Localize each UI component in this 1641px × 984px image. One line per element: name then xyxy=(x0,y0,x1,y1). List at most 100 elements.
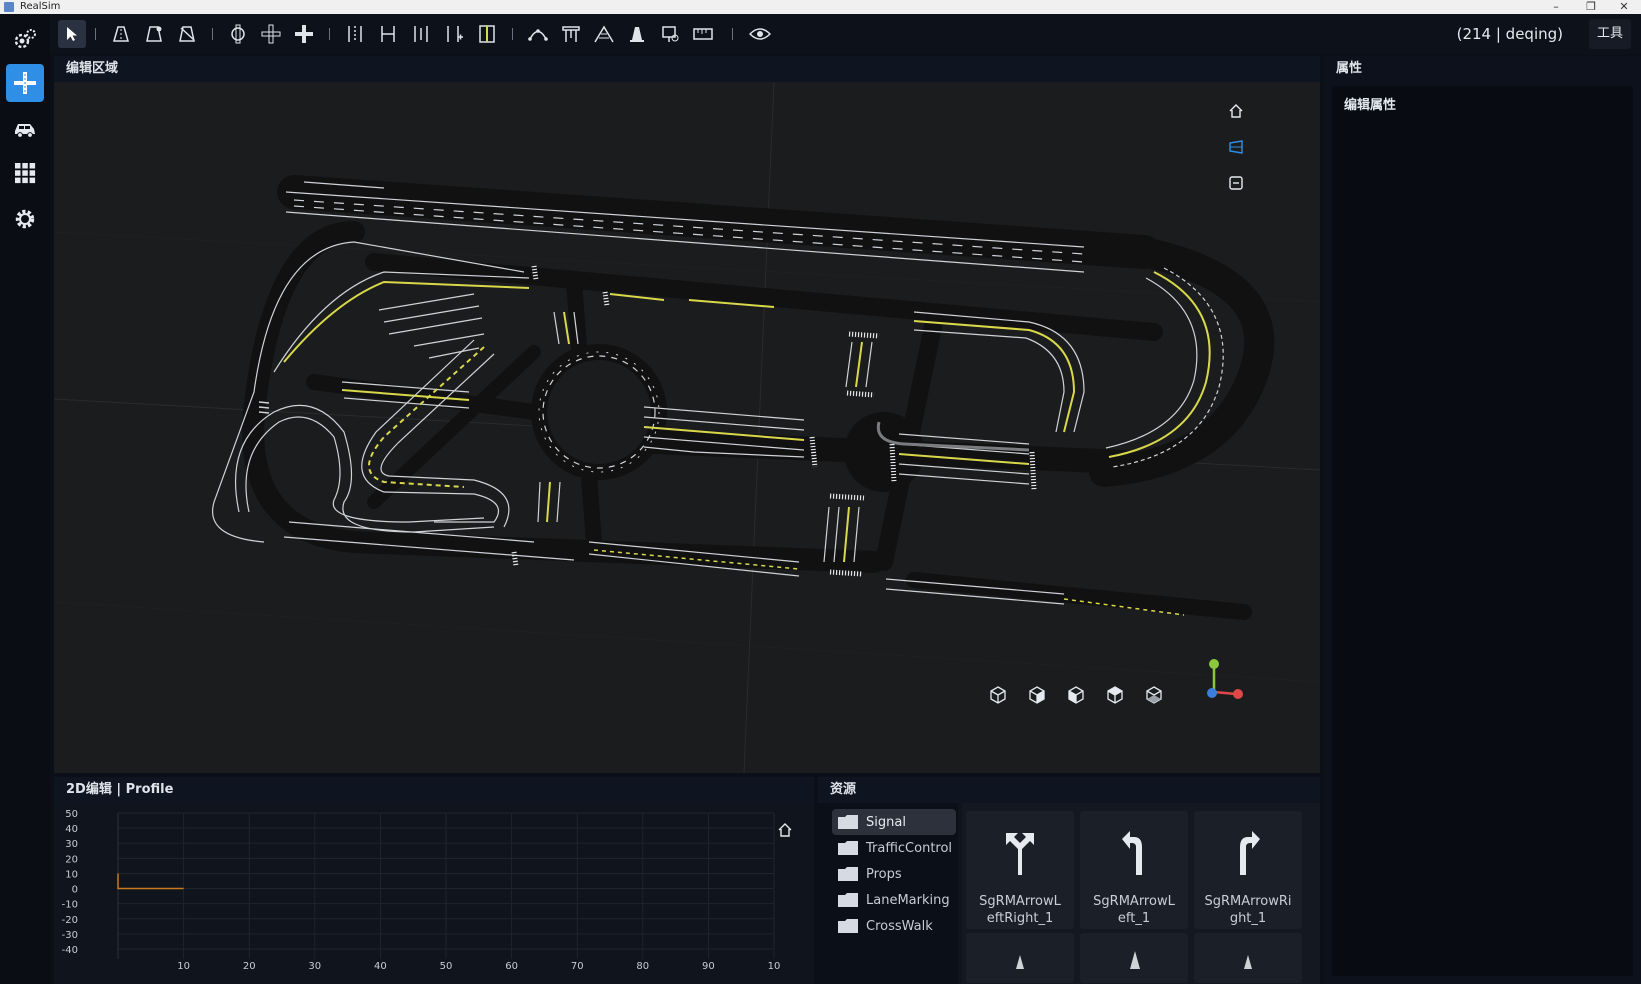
folder-label: LaneMarking xyxy=(866,892,950,908)
arrow-left-icon xyxy=(1122,831,1142,875)
asset-tile-partial[interactable] xyxy=(1194,933,1302,983)
axis-gizmo-icon[interactable] xyxy=(1194,654,1254,714)
y-tick-label: 40 xyxy=(65,824,78,835)
profile-series-line xyxy=(117,873,184,890)
ruler-icon[interactable] xyxy=(689,20,717,48)
properties-body: 编辑属性 xyxy=(1332,86,1633,976)
tools-menu-button[interactable]: 工具 xyxy=(1588,19,1631,49)
asset-tile-partial[interactable] xyxy=(1080,933,1188,983)
road-edit-icon[interactable] xyxy=(140,20,168,48)
road-network-canvas[interactable] xyxy=(54,82,1320,773)
y-tick-label: -20 xyxy=(62,915,78,926)
x-tick-label: 40 xyxy=(374,961,387,972)
close-icon[interactable]: ✕ xyxy=(1609,0,1639,14)
folder-icon xyxy=(838,867,858,881)
traffic-cone-icon[interactable] xyxy=(623,20,651,48)
junction-round-icon[interactable] xyxy=(224,20,252,48)
road-editor-icon[interactable] xyxy=(6,64,44,102)
asset-label: SgRMArrowRi ght_1 xyxy=(1204,894,1292,926)
x-tick-label: 80 xyxy=(636,961,649,972)
arrow-left-right-icon xyxy=(1006,833,1034,875)
x-tick-label: 30 xyxy=(308,961,321,972)
asset-tile-arrow-right[interactable]: SgRMArrowRi ght_1 xyxy=(1194,811,1302,929)
select-pointer-icon[interactable] xyxy=(58,20,86,48)
junction-cross-icon[interactable] xyxy=(257,20,285,48)
curve-tool-icon[interactable] xyxy=(524,20,552,48)
road-add-icon[interactable] xyxy=(107,20,135,48)
folder-signal[interactable]: Signal xyxy=(832,809,956,835)
view-cube-back-icon[interactable] xyxy=(1026,684,1048,706)
road-delete-icon[interactable] xyxy=(173,20,201,48)
3d-viewport[interactable] xyxy=(54,82,1320,773)
view-cube-top-icon[interactable] xyxy=(1143,684,1165,706)
asset-label: SgRMArrowL eft_1 xyxy=(1093,894,1175,926)
folder-lane-marking[interactable]: LaneMarking xyxy=(832,887,956,913)
minimize-icon[interactable]: – xyxy=(1541,0,1571,14)
app-icon xyxy=(4,2,14,12)
assets-panel: 资源 Signal TrafficControl Props LaneMarki… xyxy=(818,777,1320,984)
view-cube-right-icon[interactable] xyxy=(1104,684,1126,706)
profile-chart[interactable]: 50 40 30 20 10 0 -10 -20 -30 -40 10 20 30 40 50 60 70 80 9… xyxy=(54,803,814,984)
folder-icon xyxy=(838,893,858,907)
visibility-eye-icon[interactable] xyxy=(746,20,774,48)
restore-icon[interactable]: ❐ xyxy=(1576,0,1606,14)
window-titlebar: RealSim – ❐ ✕ xyxy=(0,0,1641,14)
x-tick-label: 70 xyxy=(571,961,584,972)
y-tick-label: -30 xyxy=(62,930,78,941)
folder-traffic-control[interactable]: TrafficControl xyxy=(832,835,956,861)
edit-properties-heading: 编辑属性 xyxy=(1344,98,1397,113)
x-tick-label: 10 xyxy=(768,961,781,972)
lane-add-icon[interactable] xyxy=(341,20,369,48)
junction-edit-icon[interactable] xyxy=(290,20,318,48)
edit-area-panel: 编辑区域 xyxy=(54,56,1320,773)
folder-label: Props xyxy=(866,866,902,882)
x-tick-label: 20 xyxy=(243,961,256,972)
sign-edit-icon[interactable] xyxy=(656,20,684,48)
folder-label: Signal xyxy=(866,814,906,830)
collapse-panel-icon[interactable] xyxy=(1225,172,1247,194)
x-tick-label: 90 xyxy=(702,961,715,972)
project-status: (214 | deqing) xyxy=(1456,25,1563,43)
view-cube-front-icon[interactable] xyxy=(987,684,1009,706)
folder-icon xyxy=(838,815,858,829)
edit-area-title: 编辑区域 xyxy=(54,56,1320,82)
properties-panel: 属性 编辑属性 xyxy=(1324,56,1641,984)
folder-label: TrafficControl xyxy=(866,840,953,856)
folder-icon xyxy=(838,841,858,855)
lane-insert-icon[interactable] xyxy=(440,20,468,48)
view-cube-left-icon[interactable] xyxy=(1065,684,1087,706)
window-title: RealSim xyxy=(20,1,61,12)
perspective-view-icon[interactable] xyxy=(1225,136,1247,158)
profile-title: 2D编辑 | Profile xyxy=(54,777,814,803)
assets-title: 资源 xyxy=(818,777,1320,803)
elevation-icon[interactable] xyxy=(590,20,618,48)
y-tick-label: 10 xyxy=(65,869,78,880)
y-tick-label: -10 xyxy=(62,900,78,911)
settings-gear-icon[interactable] xyxy=(6,200,44,238)
y-tick-label: 20 xyxy=(65,854,78,865)
asset-tile-partial[interactable] xyxy=(966,933,1074,983)
y-tick-label: 30 xyxy=(65,839,78,850)
main-toolbar: (214 | deqing) 工具 xyxy=(50,14,1641,54)
asset-tile-arrow-left[interactable]: SgRMArrowL eft_1 xyxy=(1080,811,1188,929)
y-tick-label: 0 xyxy=(72,885,78,896)
bridge-icon[interactable] xyxy=(557,20,585,48)
lane-marking-icon[interactable] xyxy=(473,20,501,48)
grid-apps-icon[interactable] xyxy=(6,154,44,192)
asset-grid: SgRMArrowL eftRight_1 SgRMArrowL eft_1 SgR… xyxy=(962,803,1320,984)
gears-icon[interactable] xyxy=(6,20,44,58)
home-view-icon[interactable] xyxy=(1225,100,1247,122)
x-tick-label: 60 xyxy=(505,961,518,972)
profile-panel: 2D编辑 | Profile 50 40 30 20 10 0 -10 -20 -30 -40 10… xyxy=(54,777,814,984)
vehicle-icon[interactable] xyxy=(6,109,44,147)
asset-label: SgRMArrowL eftRight_1 xyxy=(979,894,1061,926)
x-tick-label: 50 xyxy=(440,961,453,972)
asset-tile-arrow-left-right[interactable]: SgRMArrowL eftRight_1 xyxy=(966,811,1074,929)
x-tick-label: 10 xyxy=(177,961,190,972)
profile-home-icon[interactable] xyxy=(774,819,796,841)
folder-icon xyxy=(838,919,858,933)
folder-crosswalk[interactable]: CrossWalk xyxy=(832,913,956,939)
lane-width-icon[interactable] xyxy=(374,20,402,48)
folder-props[interactable]: Props xyxy=(832,861,956,887)
lane-split-icon[interactable] xyxy=(407,20,435,48)
